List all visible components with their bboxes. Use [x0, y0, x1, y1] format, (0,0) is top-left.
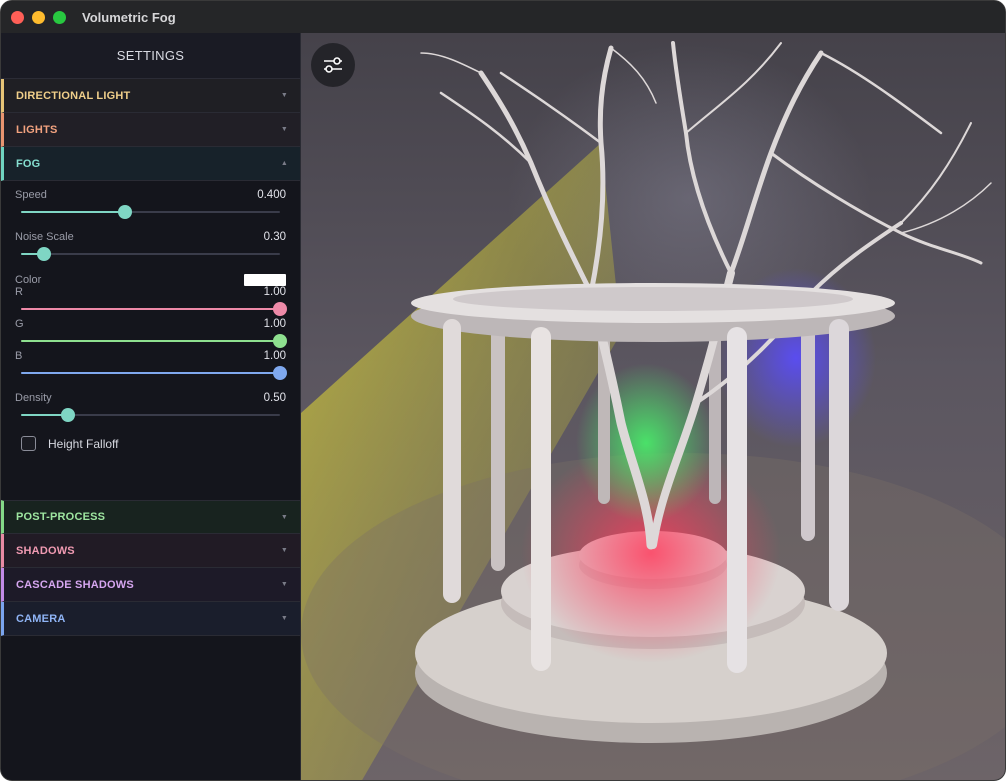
section-label: DIRECTIONAL LIGHT	[16, 89, 131, 102]
color-swatch[interactable]	[244, 274, 286, 286]
pillar	[727, 327, 747, 673]
app-window: Volumetric Fog SETTINGS DIRECTIONAL LIGH…	[0, 0, 1006, 781]
section-label: CASCADE SHADOWS	[16, 578, 134, 591]
settings-toggle-button[interactable]	[311, 43, 355, 87]
fog-controls: Speed 0.400 Noise Scale 0.30 Color R 1.0…	[1, 181, 300, 500]
pillar	[491, 321, 505, 571]
noise-scale-label: Noise Scale	[15, 231, 74, 243]
speed-value: 0.400	[257, 189, 286, 201]
maximize-window-button[interactable]	[53, 10, 66, 24]
title-bar: Volumetric Fog	[1, 1, 1005, 33]
3d-viewport[interactable]	[301, 33, 1005, 780]
density-label: Density	[15, 392, 52, 404]
pillar	[829, 319, 849, 611]
r-label: R	[15, 286, 23, 298]
g-slider[interactable]	[21, 330, 287, 352]
height-falloff-row[interactable]: Height Falloff	[21, 436, 286, 451]
window-controls	[11, 10, 66, 24]
section-fog[interactable]: FOG ▲	[1, 147, 300, 181]
minimize-window-button[interactable]	[32, 10, 45, 24]
chevron-up-icon: ▲	[280, 160, 288, 167]
height-falloff-checkbox[interactable]	[21, 436, 36, 451]
speed-label: Speed	[15, 189, 47, 201]
chevron-down-icon: ▼	[280, 547, 288, 554]
height-falloff-label: Height Falloff	[48, 436, 119, 451]
color-label: Color	[15, 274, 42, 286]
section-label: POST-PROCESS	[16, 511, 106, 523]
slider-handle[interactable]	[37, 247, 52, 261]
section-camera[interactable]: CAMERA ▼	[1, 602, 300, 636]
speed-row: Speed 0.400	[15, 189, 286, 201]
density-slider[interactable]	[21, 404, 280, 426]
settings-panel: SETTINGS DIRECTIONAL LIGHT ▼ LIGHTS ▼ FO…	[1, 33, 301, 780]
r-row: R 1.00	[15, 286, 286, 298]
section-label: CAMERA	[16, 612, 66, 625]
window-title: Volumetric Fog	[82, 9, 176, 25]
section-label: SHADOWS	[16, 544, 75, 557]
speed-slider[interactable]	[21, 201, 280, 223]
chevron-down-icon: ▼	[280, 126, 288, 133]
scene-render	[301, 41, 1005, 780]
density-value: 0.50	[263, 392, 286, 404]
chevron-down-icon: ▼	[280, 581, 288, 588]
settings-title: SETTINGS	[1, 33, 300, 79]
slider-handle[interactable]	[273, 334, 287, 348]
noise-scale-slider[interactable]	[21, 243, 280, 265]
close-window-button[interactable]	[11, 10, 24, 24]
section-directional-light[interactable]: DIRECTIONAL LIGHT ▼	[1, 79, 300, 113]
section-post-process[interactable]: POST-PROCESS ▼	[1, 500, 300, 534]
pillar	[531, 327, 551, 671]
slider-handle[interactable]	[117, 205, 132, 219]
section-label: LIGHTS	[16, 123, 58, 136]
section-shadows[interactable]: SHADOWS ▼	[1, 534, 300, 568]
pillar	[443, 319, 461, 603]
chevron-down-icon: ▼	[280, 615, 288, 622]
r-slider[interactable]	[21, 298, 287, 320]
density-row: Density 0.50	[15, 392, 286, 404]
noise-scale-row: Noise Scale 0.30	[15, 231, 286, 243]
slider-handle[interactable]	[273, 302, 287, 316]
slider-handle[interactable]	[60, 408, 75, 422]
noise-scale-value: 0.30	[263, 231, 286, 243]
pillar	[801, 321, 815, 541]
sliders-icon	[324, 57, 342, 73]
chevron-down-icon: ▼	[280, 513, 288, 521]
section-cascade-shadows[interactable]: CASCADE SHADOWS ▼	[1, 568, 300, 602]
color-row: Color	[15, 274, 286, 286]
section-lights[interactable]: LIGHTS ▼	[1, 113, 300, 147]
slider-handle[interactable]	[273, 366, 287, 380]
b-slider[interactable]	[21, 362, 287, 384]
chevron-down-icon: ▼	[280, 92, 288, 99]
section-label: FOG	[16, 157, 41, 170]
r-value: 1.00	[263, 286, 286, 298]
